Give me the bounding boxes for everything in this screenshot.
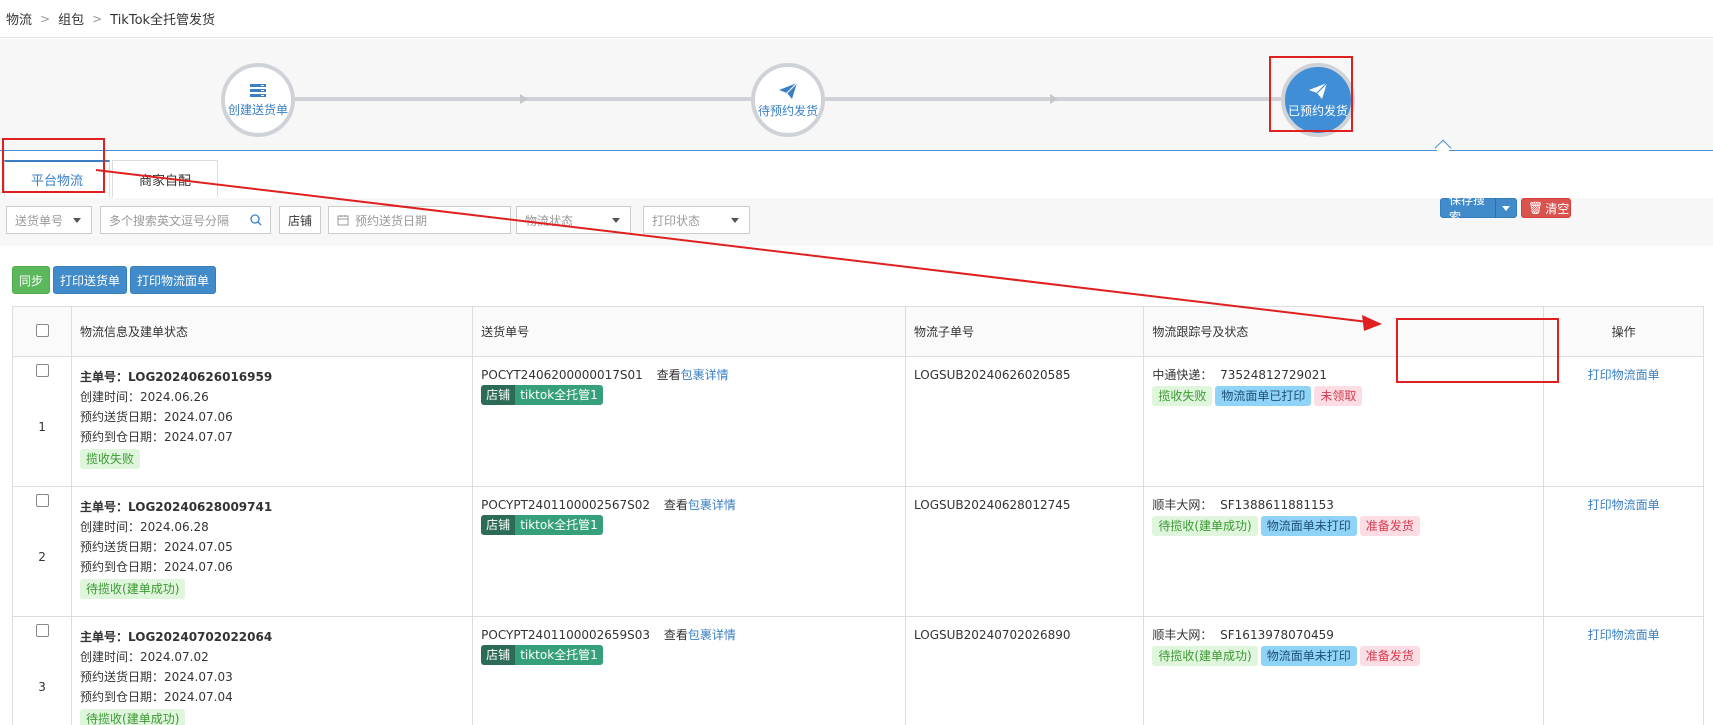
annotation-arrow <box>95 169 1382 331</box>
